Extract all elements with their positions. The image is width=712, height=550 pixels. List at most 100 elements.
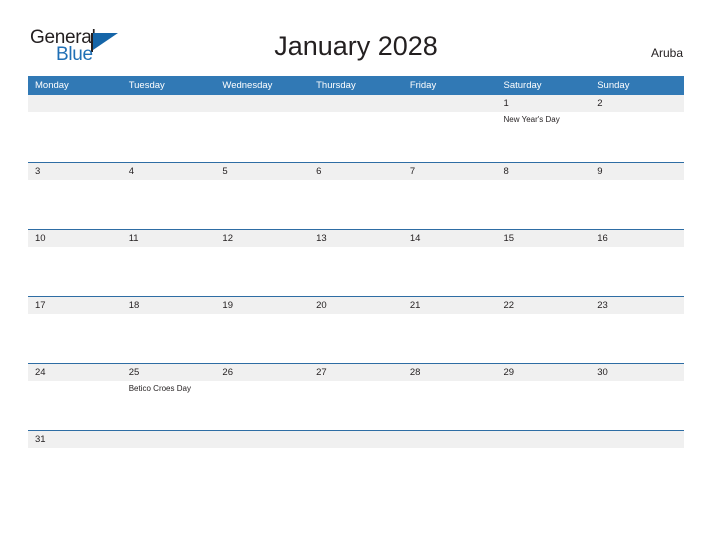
day-cell[interactable]: 3: [28, 163, 122, 229]
day-cell[interactable]: 14: [403, 230, 497, 296]
day-number: 18: [128, 300, 140, 311]
weekday-header-tuesday: Tuesday: [128, 80, 165, 91]
day-cell[interactable]: 26: [215, 364, 309, 430]
holiday-label: Betico Croes Day: [128, 384, 191, 393]
day-cell[interactable]: [215, 95, 309, 162]
day-cell[interactable]: [497, 431, 591, 459]
day-number: 24: [35, 367, 46, 378]
day-cell[interactable]: 23: [590, 297, 684, 363]
holiday-label: New Year's Day: [503, 115, 560, 124]
day-cell[interactable]: [122, 95, 216, 162]
page-title: January 2028: [274, 31, 438, 61]
day-cell[interactable]: [28, 95, 122, 162]
day-cell[interactable]: 15: [497, 230, 591, 296]
day-cell[interactable]: [215, 431, 309, 459]
week-row: 17 18 19 20 21 22 23: [28, 296, 684, 363]
day-cell[interactable]: 22: [497, 297, 591, 363]
day-number: 14: [409, 233, 421, 244]
weekday-header-row: Monday Tuesday Wednesday Thursday Friday…: [28, 76, 684, 95]
day-cell[interactable]: 9: [590, 163, 684, 229]
day-number: 30: [597, 367, 608, 378]
day-cell[interactable]: 2: [590, 95, 684, 162]
day-number: 9: [597, 166, 603, 177]
day-cell[interactable]: 20: [309, 297, 403, 363]
day-number: [316, 95, 403, 112]
day-number: 13: [316, 233, 327, 244]
day-number: 23: [597, 300, 608, 311]
day-cell[interactable]: 4: [122, 163, 216, 229]
week-row: 24 25 Betico Croes Day 26 27 28 29 30: [28, 363, 684, 430]
day-number: 3: [35, 166, 41, 177]
day-cell[interactable]: [590, 431, 684, 459]
day-number: 25: [128, 367, 140, 378]
day-cell[interactable]: [122, 431, 216, 459]
day-number: [410, 431, 497, 448]
day-number: [597, 431, 684, 448]
day-cell[interactable]: 29: [497, 364, 591, 430]
day-cell[interactable]: 8: [497, 163, 591, 229]
day-number: [222, 95, 309, 112]
day-number: 21: [409, 300, 421, 311]
day-cell[interactable]: 31: [28, 431, 122, 459]
weekday-header-monday: Monday: [35, 80, 69, 91]
day-number: 2: [597, 98, 603, 109]
day-cell[interactable]: 11: [122, 230, 216, 296]
page-header: General Blue January 2028 Aruba: [0, 0, 712, 76]
day-number: 1: [503, 98, 509, 109]
day-cell[interactable]: 19: [215, 297, 309, 363]
day-number: 27: [316, 367, 327, 378]
day-number: 11: [128, 233, 139, 244]
calendar-page: General Blue January 2028 Aruba Monday T…: [0, 0, 712, 550]
week-row: 31: [28, 430, 684, 459]
day-number: 10: [35, 233, 46, 244]
day-cell[interactable]: 16: [590, 230, 684, 296]
calendar-grid: Monday Tuesday Wednesday Thursday Friday…: [28, 76, 684, 459]
weekday-header-sunday: Sunday: [597, 80, 630, 91]
day-number: 16: [597, 233, 608, 244]
day-cell[interactable]: 17: [28, 297, 122, 363]
day-cell[interactable]: 30: [590, 364, 684, 430]
weekday-header-wednesday: Wednesday: [222, 80, 273, 91]
day-cell[interactable]: 1 New Year's Day: [497, 95, 591, 162]
day-cell[interactable]: [309, 95, 403, 162]
day-number: 28: [409, 367, 421, 378]
day-number: 19: [222, 300, 233, 311]
day-number: 20: [316, 300, 327, 311]
day-number: 4: [128, 166, 134, 177]
day-cell[interactable]: 25 Betico Croes Day: [122, 364, 216, 430]
day-cell[interactable]: [309, 431, 403, 459]
day-number: 15: [503, 233, 515, 244]
region-label: Aruba: [650, 46, 683, 60]
day-number: [410, 95, 497, 112]
week-row: 1 New Year's Day 2: [28, 95, 684, 162]
day-number: [129, 431, 216, 448]
day-cell[interactable]: 6: [309, 163, 403, 229]
day-cell[interactable]: 5: [215, 163, 309, 229]
day-cell[interactable]: [403, 431, 497, 459]
day-cell[interactable]: 18: [122, 297, 216, 363]
week-row: 10 11 12 13 14 15 16: [28, 229, 684, 296]
day-cell[interactable]: 21: [403, 297, 497, 363]
day-cell[interactable]: 12: [215, 230, 309, 296]
day-number: 29: [503, 367, 515, 378]
day-number: 17: [35, 300, 46, 311]
day-cell[interactable]: 28: [403, 364, 497, 430]
day-number: [129, 95, 216, 112]
day-cell[interactable]: 10: [28, 230, 122, 296]
day-cell[interactable]: 27: [309, 364, 403, 430]
day-number: 6: [316, 166, 322, 177]
day-number: 5: [222, 166, 228, 177]
day-number: [316, 431, 403, 448]
day-number: 8: [503, 166, 509, 177]
day-number: [35, 95, 122, 112]
day-cell[interactable]: 7: [403, 163, 497, 229]
weekday-header-saturday: Saturday: [503, 80, 542, 91]
day-number: [222, 431, 309, 448]
day-number: 22: [503, 300, 515, 311]
day-number: 12: [222, 233, 233, 244]
day-cell[interactable]: 24: [28, 364, 122, 430]
week-row: 3 4 5 6 7 8 9: [28, 162, 684, 229]
day-cell[interactable]: 13: [309, 230, 403, 296]
weekday-header-thursday: Thursday: [316, 80, 356, 91]
day-cell[interactable]: [403, 95, 497, 162]
